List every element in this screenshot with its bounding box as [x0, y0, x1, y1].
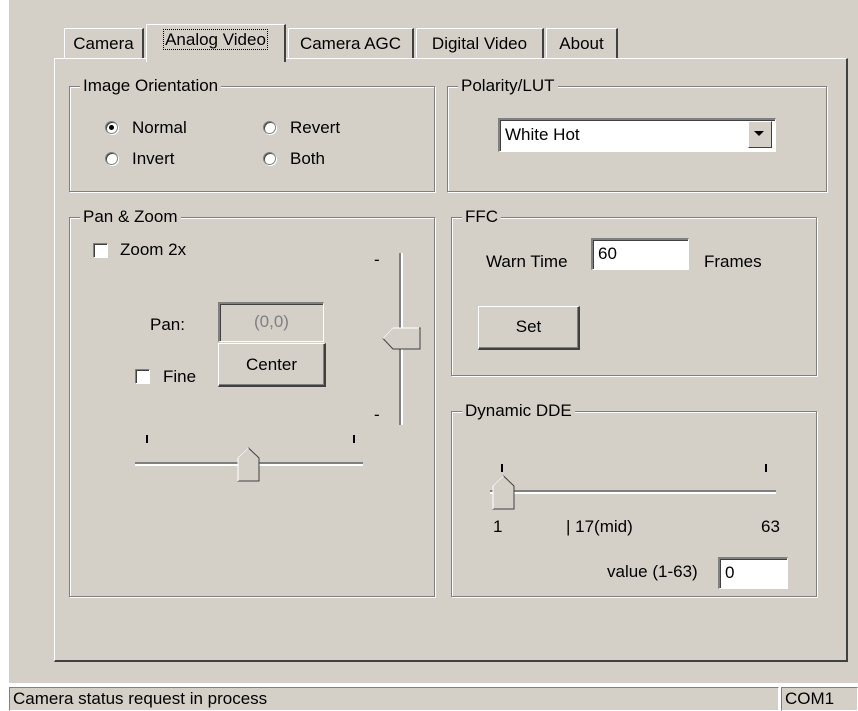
pan-position-field: (0,0)	[218, 302, 324, 342]
zoom-2x-checkbox[interactable]	[93, 243, 108, 258]
v-slider-top-label: -	[374, 250, 380, 269]
dde-value-label: value (1-63)	[607, 562, 698, 581]
dde-value-input[interactable]: 0	[718, 557, 788, 589]
tab-label: About	[559, 34, 604, 53]
fine-label: Fine	[163, 367, 197, 386]
chevron-down-icon[interactable]	[748, 121, 772, 148]
pan-horizontal-slider-thumb[interactable]	[237, 447, 261, 483]
status-bar-port: COM1	[781, 687, 858, 711]
dropdown-value: White Hot	[505, 125, 580, 144]
dde-max-label: 63	[761, 517, 780, 536]
status-bar-message: Camera status request in process	[9, 687, 779, 711]
group-title: Polarity/LUT	[458, 75, 558, 97]
tab-about[interactable]: About	[546, 28, 618, 60]
zoom-2x-label: Zoom 2x	[120, 240, 187, 259]
radio-selected-dot	[109, 125, 114, 130]
radio-revert[interactable]	[263, 121, 276, 134]
tab-analog-video[interactable]: Analog Video	[146, 24, 286, 62]
group-title: Pan & Zoom	[80, 206, 181, 228]
tab-camera[interactable]: Camera	[64, 28, 144, 60]
h-slider-tick	[146, 435, 148, 443]
image-orientation-group: Image Orientation	[69, 75, 435, 192]
group-title: Image Orientation	[80, 75, 222, 97]
radio-normal[interactable]	[105, 121, 118, 134]
dde-mid-label: | 17(mid)	[566, 517, 633, 536]
radio-both[interactable]	[263, 152, 276, 165]
polarity-lut-dropdown[interactable]: White Hot	[498, 118, 776, 152]
group-title: FFC	[462, 206, 502, 228]
center-button[interactable]: Center	[218, 343, 326, 387]
radio-normal-label: Normal	[132, 118, 187, 137]
tab-label: Analog Video	[163, 29, 268, 50]
radio-invert[interactable]	[105, 152, 118, 165]
pan-vertical-slider-thumb[interactable]	[382, 327, 422, 351]
set-button[interactable]: Set	[478, 306, 580, 350]
dde-min-label: 1	[493, 517, 503, 536]
warn-time-label: Warn Time	[486, 252, 568, 271]
v-slider-bottom-label: -	[374, 405, 380, 424]
tab-label: Camera AGC	[299, 34, 402, 53]
dde-slider-tick	[765, 464, 767, 472]
radio-invert-label: Invert	[132, 149, 175, 168]
fine-checkbox[interactable]	[135, 369, 150, 384]
radio-revert-label: Revert	[290, 118, 341, 137]
tab-label: Digital Video	[431, 34, 528, 53]
group-title: Dynamic DDE	[462, 400, 575, 422]
tab-digital-video[interactable]: Digital Video	[416, 28, 544, 60]
dde-slider-thumb[interactable]	[492, 475, 516, 511]
h-slider-tick	[353, 435, 355, 443]
tab-label: Camera	[73, 34, 134, 53]
tab-camera-agc[interactable]: Camera AGC	[288, 28, 414, 60]
pan-label: Pan:	[150, 315, 185, 334]
dde-slider-tick	[501, 464, 503, 472]
pan-zoom-group: Pan & Zoom	[69, 206, 435, 597]
frames-label: Frames	[704, 252, 762, 271]
radio-both-label: Both	[290, 149, 325, 168]
warn-time-input[interactable]: 60	[591, 238, 689, 270]
dde-slider-track[interactable]	[490, 490, 776, 494]
